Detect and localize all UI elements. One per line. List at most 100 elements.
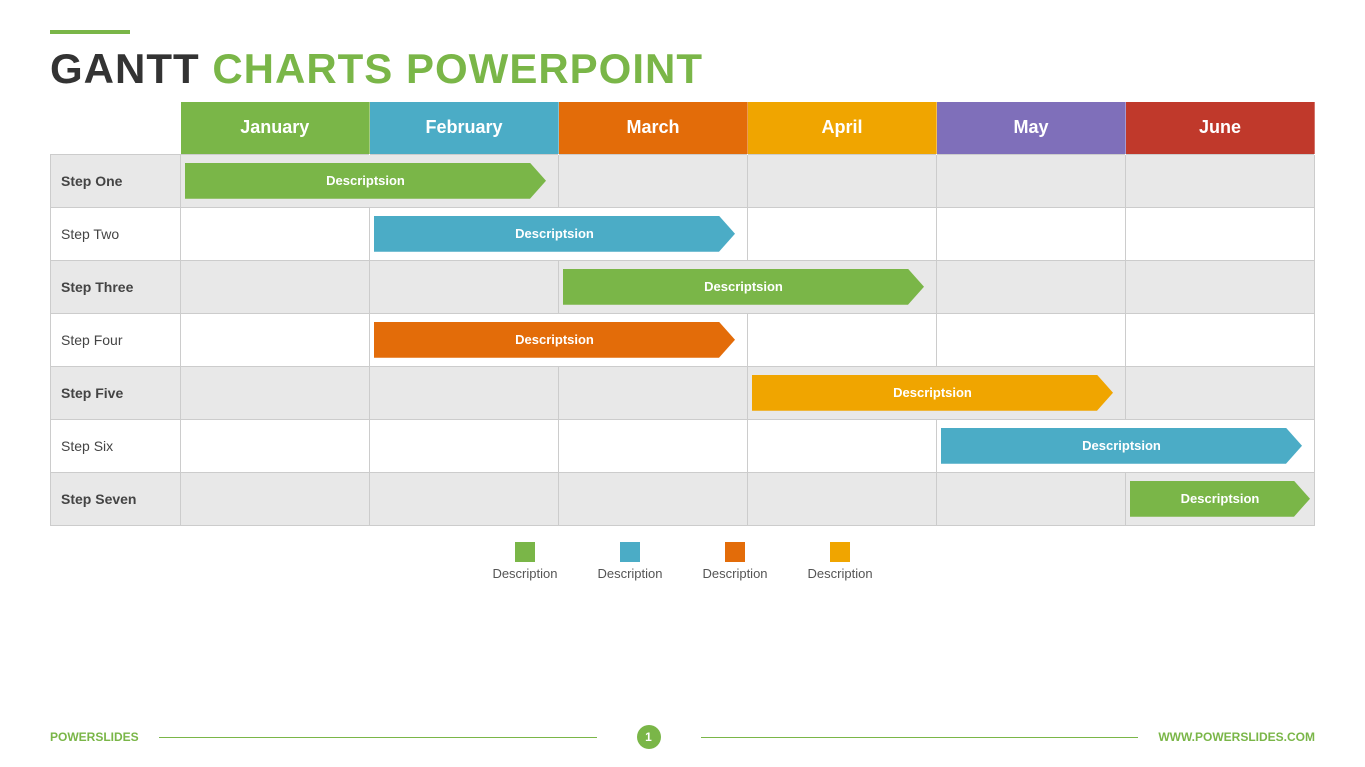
step-three-bar: Descriptsion bbox=[563, 269, 924, 305]
step-four-row: Step Four Descriptsion bbox=[51, 313, 1315, 366]
step-seven-empty5 bbox=[937, 472, 1126, 525]
step-three-bar-label: Descriptsion bbox=[704, 279, 783, 294]
step-six-bar-label: Descriptsion bbox=[1082, 438, 1161, 453]
step-one-bar-label: Descriptsion bbox=[326, 173, 405, 188]
step-one-label: Step One bbox=[51, 154, 181, 207]
step-one-empty2 bbox=[748, 154, 937, 207]
legend-label-4: Description bbox=[808, 566, 873, 581]
step-four-empty3 bbox=[937, 313, 1126, 366]
step-four-empty1 bbox=[181, 313, 370, 366]
label-header bbox=[51, 102, 181, 154]
step-five-empty1 bbox=[181, 366, 370, 419]
step-one-empty1 bbox=[559, 154, 748, 207]
footer: POWERSLIDES 1 WWW.POWERSLIDES.COM bbox=[50, 725, 1315, 749]
title-word-charts: CHARTS POWERPOINT bbox=[212, 45, 703, 92]
month-june: June bbox=[1126, 102, 1315, 154]
step-five-row: Step Five Descriptsion bbox=[51, 366, 1315, 419]
step-four-bar-label: Descriptsion bbox=[515, 332, 594, 347]
step-six-empty1 bbox=[181, 419, 370, 472]
step-six-bar-cell: Descriptsion bbox=[937, 419, 1315, 472]
step-two-empty2 bbox=[748, 207, 937, 260]
step-four-bar-cell: Descriptsion bbox=[370, 313, 748, 366]
footer-line-right bbox=[701, 737, 1139, 738]
step-five-bar: Descriptsion bbox=[752, 375, 1113, 411]
slide-title: GANTT CHARTS POWERPOINT bbox=[50, 46, 1315, 92]
step-three-row: Step Three Descriptsion bbox=[51, 260, 1315, 313]
step-seven-empty2 bbox=[370, 472, 559, 525]
step-one-bar-cell: Descriptsion bbox=[181, 154, 559, 207]
step-seven-empty4 bbox=[748, 472, 937, 525]
legend-item-3: Description bbox=[703, 542, 768, 581]
legend-label-2: Description bbox=[597, 566, 662, 581]
legend-item-4: Description bbox=[808, 542, 873, 581]
step-two-label: Step Two bbox=[51, 207, 181, 260]
step-seven-row: Step Seven Descriptsion bbox=[51, 472, 1315, 525]
month-april: April bbox=[748, 102, 937, 154]
footer-line-left bbox=[159, 737, 597, 738]
title-word-gantt: GANTT bbox=[50, 45, 200, 92]
step-two-empty1 bbox=[181, 207, 370, 260]
step-seven-label: Step Seven bbox=[51, 472, 181, 525]
step-four-bar: Descriptsion bbox=[374, 322, 735, 358]
step-five-bar-label: Descriptsion bbox=[893, 385, 972, 400]
step-six-bar: Descriptsion bbox=[941, 428, 1302, 464]
legend-color-3 bbox=[725, 542, 745, 562]
step-three-empty1 bbox=[181, 260, 370, 313]
footer-url: WWW.POWERSLIDES.COM bbox=[1158, 730, 1315, 744]
step-two-bar-cell: Descriptsion bbox=[370, 207, 748, 260]
month-header-row: January February March April May June bbox=[51, 102, 1315, 154]
step-three-empty4 bbox=[1126, 260, 1315, 313]
step-seven-bar-label: Descriptsion bbox=[1181, 491, 1260, 506]
month-february: February bbox=[370, 102, 559, 154]
legend-item-1: Description bbox=[492, 542, 557, 581]
step-four-label: Step Four bbox=[51, 313, 181, 366]
step-two-empty4 bbox=[1126, 207, 1315, 260]
step-five-empty4 bbox=[1126, 366, 1315, 419]
step-six-empty3 bbox=[559, 419, 748, 472]
step-seven-bar-cell: Descriptsion bbox=[1126, 472, 1315, 525]
footer-brand-dark: POWER bbox=[50, 730, 95, 744]
legend-color-2 bbox=[620, 542, 640, 562]
gantt-chart: January February March April May June St… bbox=[50, 102, 1315, 526]
step-two-bar-label: Descriptsion bbox=[515, 226, 594, 241]
legend-label-3: Description bbox=[703, 566, 768, 581]
step-three-empty2 bbox=[370, 260, 559, 313]
legend-color-4 bbox=[830, 542, 850, 562]
step-six-empty2 bbox=[370, 419, 559, 472]
month-march: March bbox=[559, 102, 748, 154]
step-three-label: Step Three bbox=[51, 260, 181, 313]
month-may: May bbox=[937, 102, 1126, 154]
legend-color-1 bbox=[515, 542, 535, 562]
gantt-table: January February March April May June St… bbox=[50, 102, 1315, 526]
step-six-row: Step Six Descriptsion bbox=[51, 419, 1315, 472]
step-three-empty3 bbox=[937, 260, 1126, 313]
legend: Description Description Description Desc… bbox=[50, 542, 1315, 581]
step-four-empty4 bbox=[1126, 313, 1315, 366]
step-four-empty2 bbox=[748, 313, 937, 366]
footer-page-number: 1 bbox=[637, 725, 661, 749]
step-two-bar: Descriptsion bbox=[374, 216, 735, 252]
step-six-empty4 bbox=[748, 419, 937, 472]
step-five-empty3 bbox=[559, 366, 748, 419]
step-five-label: Step Five bbox=[51, 366, 181, 419]
step-five-empty2 bbox=[370, 366, 559, 419]
step-seven-empty3 bbox=[559, 472, 748, 525]
step-two-empty3 bbox=[937, 207, 1126, 260]
month-january: January bbox=[181, 102, 370, 154]
legend-item-2: Description bbox=[597, 542, 662, 581]
step-two-row: Step Two Descriptsion bbox=[51, 207, 1315, 260]
step-one-empty4 bbox=[1126, 154, 1315, 207]
step-seven-bar: Descriptsion bbox=[1130, 481, 1310, 517]
legend-label-1: Description bbox=[492, 566, 557, 581]
step-three-bar-cell: Descriptsion bbox=[559, 260, 937, 313]
title-bar: GANTT CHARTS POWERPOINT bbox=[50, 30, 1315, 92]
step-five-bar-cell: Descriptsion bbox=[748, 366, 1126, 419]
step-seven-empty1 bbox=[181, 472, 370, 525]
step-one-bar: Descriptsion bbox=[185, 163, 546, 199]
title-accent-line bbox=[50, 30, 130, 34]
step-one-empty3 bbox=[937, 154, 1126, 207]
footer-brand-green: SLIDES bbox=[95, 730, 138, 744]
slide: GANTT CHARTS POWERPOINT January February bbox=[0, 0, 1365, 767]
step-one-row: Step One Descriptsion bbox=[51, 154, 1315, 207]
step-six-label: Step Six bbox=[51, 419, 181, 472]
